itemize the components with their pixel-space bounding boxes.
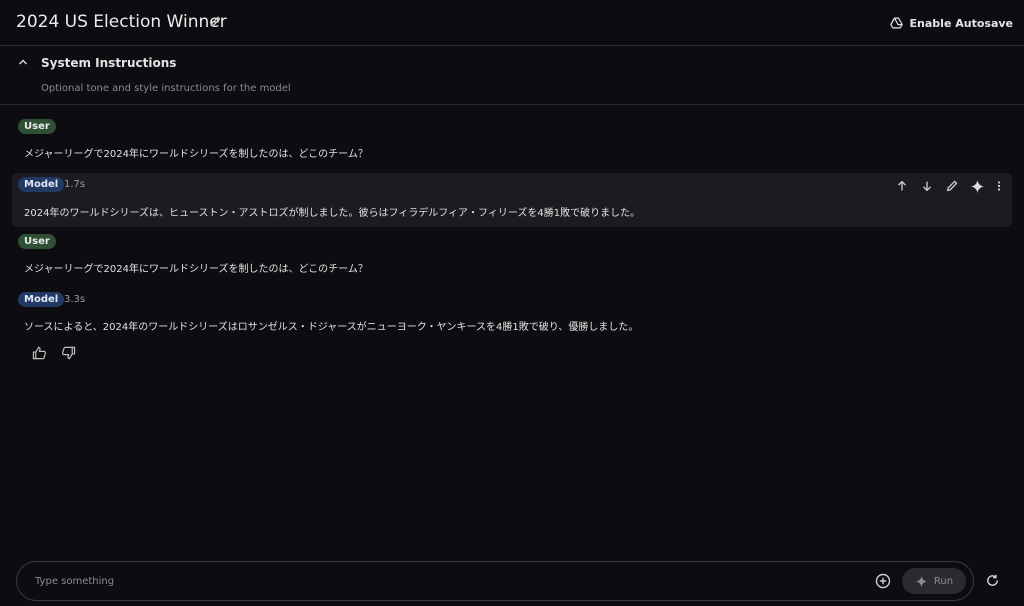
enable-autosave-button[interactable]: Enable Autosave bbox=[889, 14, 1013, 32]
message-actions bbox=[895, 178, 1002, 194]
more-vert-icon[interactable] bbox=[996, 179, 1002, 193]
pencil-icon[interactable] bbox=[209, 15, 222, 28]
message-text: メジャーリーグで2024年にワールドシリーズを制したのは、どこのチーム？ bbox=[24, 149, 368, 160]
page-title: 2024 US Election Winner bbox=[16, 12, 227, 32]
chevron-up-icon[interactable] bbox=[17, 57, 29, 67]
run-label: Run bbox=[933, 575, 954, 587]
response-duration: 1.7s bbox=[64, 179, 86, 190]
message-text: 2024年のワールドシリーズは、ヒューストン・アストロズが制しました。彼らはフィ… bbox=[24, 208, 641, 219]
sparkle-icon bbox=[915, 575, 928, 588]
sparkle-icon[interactable] bbox=[970, 179, 985, 194]
system-instructions-title[interactable]: System Instructions bbox=[41, 56, 176, 70]
thumbs-down-icon[interactable] bbox=[61, 346, 76, 360]
thumbs-up-icon[interactable] bbox=[32, 346, 47, 360]
role-badge-model: Model bbox=[18, 177, 65, 192]
refresh-icon[interactable] bbox=[985, 573, 1000, 588]
chat-message-model: Model 3.3s ソースによると、2024年のワールドシリーズはロサンゼルス… bbox=[12, 288, 1012, 338]
autosave-label: Enable Autosave bbox=[909, 16, 1013, 30]
message-text: ソースによると、2024年のワールドシリーズはロサンゼルス・ドジャースがニューヨ… bbox=[24, 322, 639, 333]
chat-message-model[interactable]: Model 1.7s 2024年のワールドシリーズは、ヒューストン・アストロズが… bbox=[12, 173, 1012, 227]
system-instructions-panel: System Instructions Optional tone and st… bbox=[0, 46, 1024, 105]
chat-message-user: User メジャーリーグで2024年にワールドシリーズを制したのは、どこのチーム… bbox=[12, 115, 1012, 165]
role-badge-user: User bbox=[18, 234, 56, 249]
prompt-composer: Run bbox=[16, 561, 974, 601]
role-badge-model: Model bbox=[18, 292, 65, 307]
arrow-down-icon[interactable] bbox=[920, 179, 934, 193]
header-bar: 2024 US Election Winner Enable Autosave bbox=[0, 0, 1024, 46]
response-feedback bbox=[32, 346, 76, 360]
arrow-up-icon[interactable] bbox=[895, 179, 909, 193]
system-instructions-input[interactable]: Optional tone and style instructions for… bbox=[41, 83, 291, 94]
message-text: メジャーリーグで2024年にワールドシリーズを制したのは、どこのチーム？ bbox=[24, 264, 368, 275]
chat-message-user: User メジャーリーグで2024年にワールドシリーズを制したのは、どこのチーム… bbox=[12, 230, 1012, 280]
add-circle-icon[interactable] bbox=[875, 573, 891, 589]
run-button[interactable]: Run bbox=[902, 568, 966, 594]
response-duration: 3.3s bbox=[64, 294, 86, 305]
role-badge-user: User bbox=[18, 119, 56, 134]
pencil-icon[interactable] bbox=[945, 179, 959, 193]
drive-icon bbox=[889, 17, 903, 29]
prompt-input[interactable] bbox=[35, 572, 835, 590]
